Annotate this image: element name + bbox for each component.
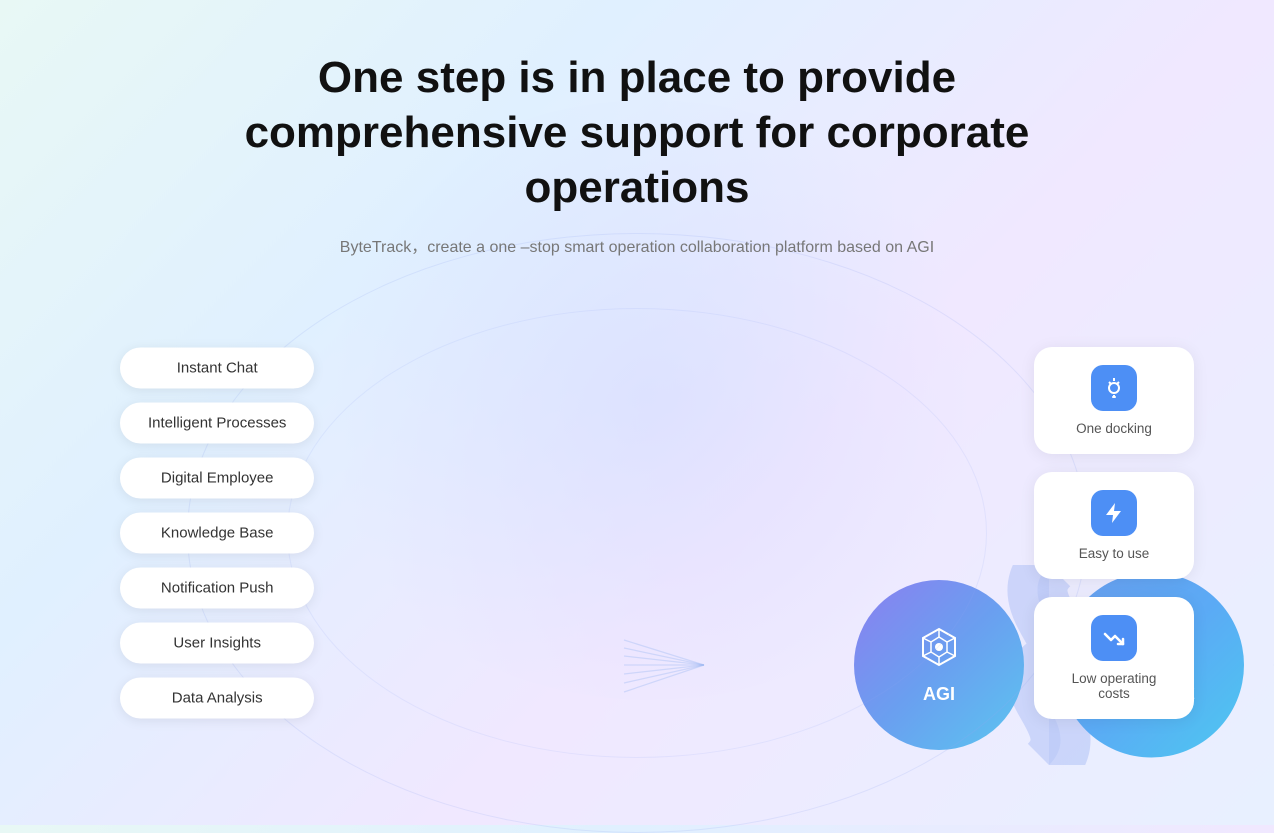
easy-to-use-label: Easy to use: [1079, 546, 1150, 561]
right-features-list: One docking Easy to use: [1034, 347, 1194, 719]
left-features-list: Instant Chat Intelligent Processes Digital…: [120, 347, 314, 718]
card-easy-to-use[interactable]: Easy to use: [1034, 472, 1194, 579]
one-docking-icon: [1091, 365, 1137, 411]
agi-icon: [917, 625, 961, 678]
low-costs-label: Low operating costs: [1062, 671, 1166, 701]
pill-digital-employee[interactable]: Digital Employee: [120, 457, 314, 498]
pill-user-insights[interactable]: User Insights: [120, 622, 314, 663]
page-container: One step is in place to provide comprehe…: [0, 0, 1274, 825]
card-low-operating-costs[interactable]: Low operating costs: [1034, 597, 1194, 719]
pill-notification-push[interactable]: Notification Push: [120, 567, 314, 608]
agi-circle: AGI: [854, 580, 1024, 750]
one-docking-label: One docking: [1076, 421, 1152, 436]
easy-to-use-icon: [1091, 490, 1137, 536]
sub-title: ByteTrack，create a one –stop smart opera…: [187, 233, 1087, 257]
card-one-docking[interactable]: One docking: [1034, 347, 1194, 454]
pill-data-analysis[interactable]: Data Analysis: [120, 677, 314, 718]
agi-label: AGI: [923, 684, 955, 705]
low-costs-icon: [1091, 615, 1137, 661]
header: One step is in place to provide comprehe…: [187, 50, 1087, 257]
pill-intelligent-processes[interactable]: Intelligent Processes: [120, 402, 314, 443]
pill-instant-chat[interactable]: Instant Chat: [120, 347, 314, 388]
pill-knowledge-base[interactable]: Knowledge Base: [120, 512, 314, 553]
main-title: One step is in place to provide comprehe…: [187, 50, 1087, 215]
left-connectors: [624, 635, 824, 695]
content-area: Instant Chat Intelligent Processes Digital…: [0, 240, 1274, 825]
